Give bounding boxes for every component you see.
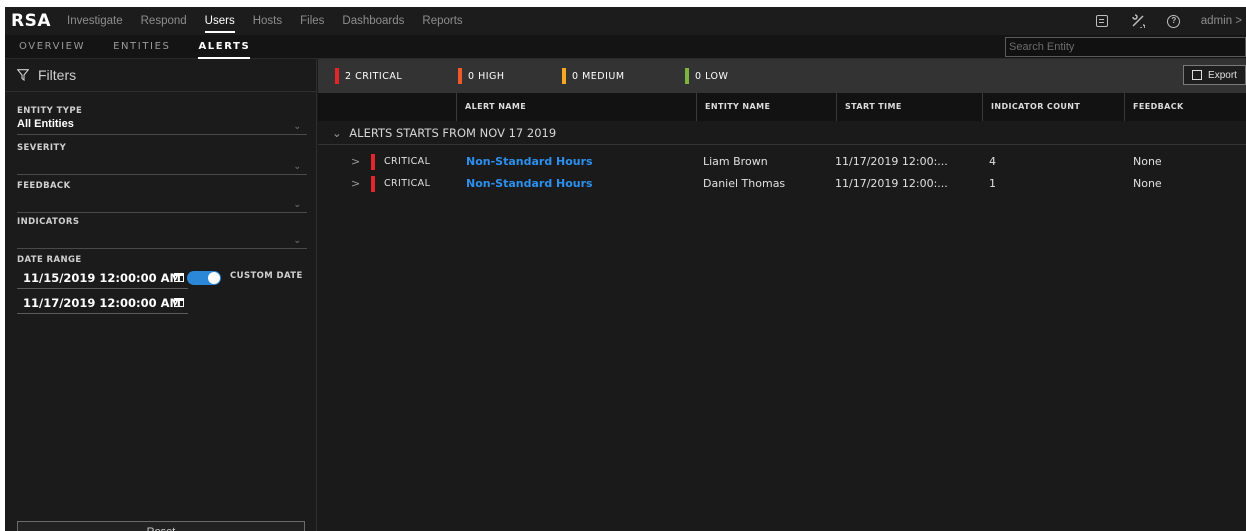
chevron-down-icon: ⌄ <box>293 121 301 131</box>
export-label: Export <box>1208 69 1237 81</box>
nav-investigate[interactable]: Investigate <box>67 7 123 35</box>
medium-marker <box>562 68 566 84</box>
entity-type-filter: ENTITY TYPE All Entities ⌄ <box>17 106 307 135</box>
indicators-select[interactable]: ⌄ <box>17 229 307 249</box>
entity-name-cell: Daniel Thomas <box>703 177 786 190</box>
export-icon <box>1192 70 1203 80</box>
chevron-down-icon: ⌄ <box>293 199 301 209</box>
chevron-down-icon: ⌄ <box>293 235 301 245</box>
feedback-label: FEEDBACK <box>17 181 71 191</box>
date-from-input[interactable]: 11/15/2019 12:00:00 AM <box>17 268 188 289</box>
nav-files[interactable]: Files <box>300 7 324 35</box>
medium-count: 0 MEDIUM <box>572 70 625 82</box>
reset-button[interactable]: Reset <box>17 521 305 531</box>
low-marker <box>685 68 689 84</box>
sub-nav: OVERVIEW ENTITIES ALERTS Search Entity <box>5 35 1246 59</box>
indicator-count-cell: 1 <box>989 177 996 190</box>
entity-type-select[interactable]: All Entities ⌄ <box>17 118 307 135</box>
expand-icon[interactable]: > <box>351 151 360 173</box>
expand-icon[interactable]: > <box>351 173 360 195</box>
rsa-logo: RSA <box>11 11 51 31</box>
nav-users[interactable]: Users <box>204 7 235 35</box>
severity-summary-bar: 2 CRITICAL 0 HIGH 0 MEDIUM 0 LOW Export <box>318 59 1246 93</box>
severity-high[interactable]: 0 HIGH <box>458 68 505 84</box>
nav-reports[interactable]: Reports <box>422 7 462 35</box>
feedback-cell: None <box>1133 155 1162 168</box>
severity-cell: CRITICAL <box>384 156 431 167</box>
indicators-label: INDICATORS <box>17 217 80 227</box>
col-entity-name[interactable]: ENTITY NAME <box>696 93 836 121</box>
custom-date-toggle[interactable] <box>187 271 221 285</box>
custom-date-label: CUSTOM DATE <box>230 271 303 281</box>
date-to-input[interactable]: 11/17/2019 12:00:00 AM <box>17 293 188 314</box>
filters-header: Filters <box>5 59 316 92</box>
feedback-cell: None <box>1133 177 1162 190</box>
low-count: 0 LOW <box>695 70 729 82</box>
col-feedback[interactable]: FEEDBACK <box>1124 93 1246 121</box>
search-entity-input[interactable]: Search Entity <box>1005 37 1246 57</box>
group-label: ALERTS STARTS FROM NOV 17 2019 <box>349 126 557 140</box>
top-nav: RSA Investigate Respond Users Hosts File… <box>5 7 1246 35</box>
entity-name-cell: Liam Brown <box>703 155 768 168</box>
table-row[interactable]: > CRITICAL Non-Standard Hours Liam Brown… <box>318 151 1246 173</box>
date-to-value: 11/17/2019 12:00:00 AM <box>23 296 181 310</box>
date-range-filter: DATE RANGE <box>17 255 307 265</box>
critical-marker <box>371 176 375 192</box>
severity-cell: CRITICAL <box>384 178 431 189</box>
calendar-icon[interactable] <box>174 298 184 307</box>
tools-icon[interactable] <box>1129 12 1147 30</box>
app-window: RSA Investigate Respond Users Hosts File… <box>5 7 1246 531</box>
critical-count: 2 CRITICAL <box>345 70 403 82</box>
alert-name-link[interactable]: Non-Standard Hours <box>466 151 593 173</box>
alert-name-link[interactable]: Non-Standard Hours <box>466 173 593 195</box>
table-header: ALERT NAME ENTITY NAME START TIME INDICA… <box>318 93 1246 121</box>
feedback-select[interactable]: ⌄ <box>17 193 307 213</box>
severity-low[interactable]: 0 LOW <box>685 68 728 84</box>
start-time-cell: 11/17/2019 12:00:... <box>835 155 948 168</box>
tab-alerts[interactable]: ALERTS <box>198 35 251 59</box>
severity-critical[interactable]: 2 CRITICAL <box>335 68 402 84</box>
indicators-filter: INDICATORS ⌄ <box>17 217 307 249</box>
filters-sidebar: Filters ENTITY TYPE All Entities ⌄ SEVER… <box>5 59 317 531</box>
entity-type-label: ENTITY TYPE <box>17 106 83 116</box>
notes-icon[interactable] <box>1093 12 1111 30</box>
alerts-main: 2 CRITICAL 0 HIGH 0 MEDIUM 0 LOW Export … <box>318 59 1246 531</box>
chevron-down-icon: ⌄ <box>293 161 301 171</box>
severity-label: SEVERITY <box>17 143 67 153</box>
export-button[interactable]: Export <box>1183 65 1246 85</box>
high-marker <box>458 68 462 84</box>
severity-medium[interactable]: 0 MEDIUM <box>562 68 625 84</box>
high-count: 0 HIGH <box>468 70 505 82</box>
top-right-tools: ? admin > <box>1093 7 1246 35</box>
nav-dashboards[interactable]: Dashboards <box>342 7 404 35</box>
start-time-cell: 11/17/2019 12:00:... <box>835 177 948 190</box>
calendar-icon[interactable] <box>174 273 184 282</box>
severity-select[interactable]: ⌄ <box>17 155 307 175</box>
tab-overview[interactable]: OVERVIEW <box>19 35 85 59</box>
date-range-label: DATE RANGE <box>17 255 82 265</box>
alert-group-header[interactable]: ⌄ ALERTS STARTS FROM NOV 17 2019 <box>318 121 1246 145</box>
nav-respond[interactable]: Respond <box>141 7 187 35</box>
critical-marker <box>371 154 375 170</box>
col-indicator-count[interactable]: INDICATOR COUNT <box>982 93 1124 121</box>
filters-title: Filters <box>38 67 77 83</box>
nav-hosts[interactable]: Hosts <box>253 7 282 35</box>
col-alert-name[interactable]: ALERT NAME <box>456 93 696 121</box>
severity-filter: SEVERITY ⌄ <box>17 143 307 175</box>
col-start-time[interactable]: START TIME <box>836 93 982 121</box>
critical-marker <box>335 68 339 84</box>
entity-type-value: All Entities <box>17 118 74 130</box>
feedback-filter: FEEDBACK ⌄ <box>17 181 307 213</box>
table-row[interactable]: > CRITICAL Non-Standard Hours Daniel Tho… <box>318 173 1246 195</box>
user-menu[interactable]: admin > <box>1201 15 1242 27</box>
indicator-count-cell: 4 <box>989 155 996 168</box>
tab-entities[interactable]: ENTITIES <box>113 35 170 59</box>
date-from-value: 11/15/2019 12:00:00 AM <box>23 271 181 285</box>
help-icon[interactable]: ? <box>1165 12 1183 30</box>
chevron-down-icon: ⌄ <box>332 126 342 140</box>
filter-icon <box>17 69 29 81</box>
